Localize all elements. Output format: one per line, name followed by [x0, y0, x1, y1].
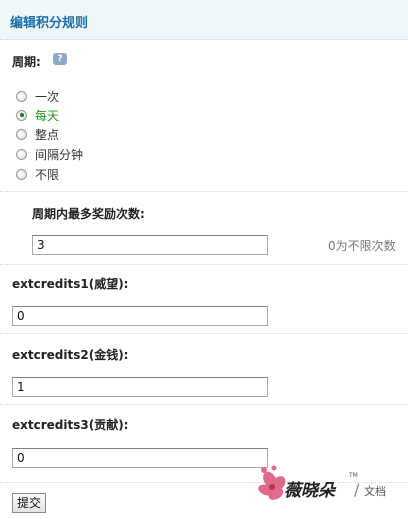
title-bar: 编辑积分规则: [0, 0, 408, 40]
radio-button[interactable]: [16, 148, 27, 160]
radio-button[interactable]: [16, 168, 27, 180]
radio-button[interactable]: [16, 128, 27, 140]
extcredits1-input[interactable]: 0: [12, 306, 268, 326]
divider: [0, 404, 408, 405]
radio-label: 不限: [35, 167, 60, 182]
extcredits1-label: extcredits1(威望):: [12, 277, 129, 291]
submit-button[interactable]: 提交: [12, 493, 46, 513]
watermark-slash: /: [354, 480, 360, 499]
radio-option-hourly[interactable]: 整点: [16, 126, 59, 142]
divider: [0, 191, 408, 192]
radio-option-interval[interactable]: 间隔分钟: [16, 146, 83, 162]
watermark-logo: 薇晓朵 TM / 文档: [252, 458, 408, 514]
max-rewards-label: 周期内最多奖励次数:: [32, 207, 145, 221]
radio-label: 间隔分钟: [35, 147, 84, 162]
watermark-brand: 薇晓朵: [284, 481, 335, 501]
radio-button-checked[interactable]: [16, 109, 27, 121]
max-rewards-hint: 0为不限次数: [328, 239, 396, 253]
page-title: 编辑积分规则: [10, 16, 89, 31]
divider: [0, 264, 408, 265]
radio-label: 整点: [35, 127, 60, 142]
max-rewards-input[interactable]: 3: [32, 235, 268, 255]
extcredits2-label: extcredits2(金钱):: [12, 348, 129, 362]
watermark-suffix: 文档: [364, 485, 386, 498]
radio-label: 一次: [35, 89, 60, 104]
extcredits2-input[interactable]: 1: [12, 377, 268, 397]
help-bubble-icon[interactable]: ?: [53, 53, 67, 65]
radio-option-once[interactable]: 一次: [16, 88, 59, 104]
period-label: 周期:: [12, 55, 41, 69]
divider: [0, 333, 408, 334]
radio-option-daily[interactable]: 每天: [16, 107, 59, 123]
radio-option-unlimited[interactable]: 不限: [16, 166, 59, 182]
extcredits3-input[interactable]: 0: [12, 448, 268, 468]
radio-button[interactable]: [16, 90, 27, 102]
radio-label: 每天: [35, 108, 60, 123]
watermark-tm: TM: [349, 472, 358, 479]
extcredits3-label: extcredits3(贡献):: [12, 418, 129, 432]
